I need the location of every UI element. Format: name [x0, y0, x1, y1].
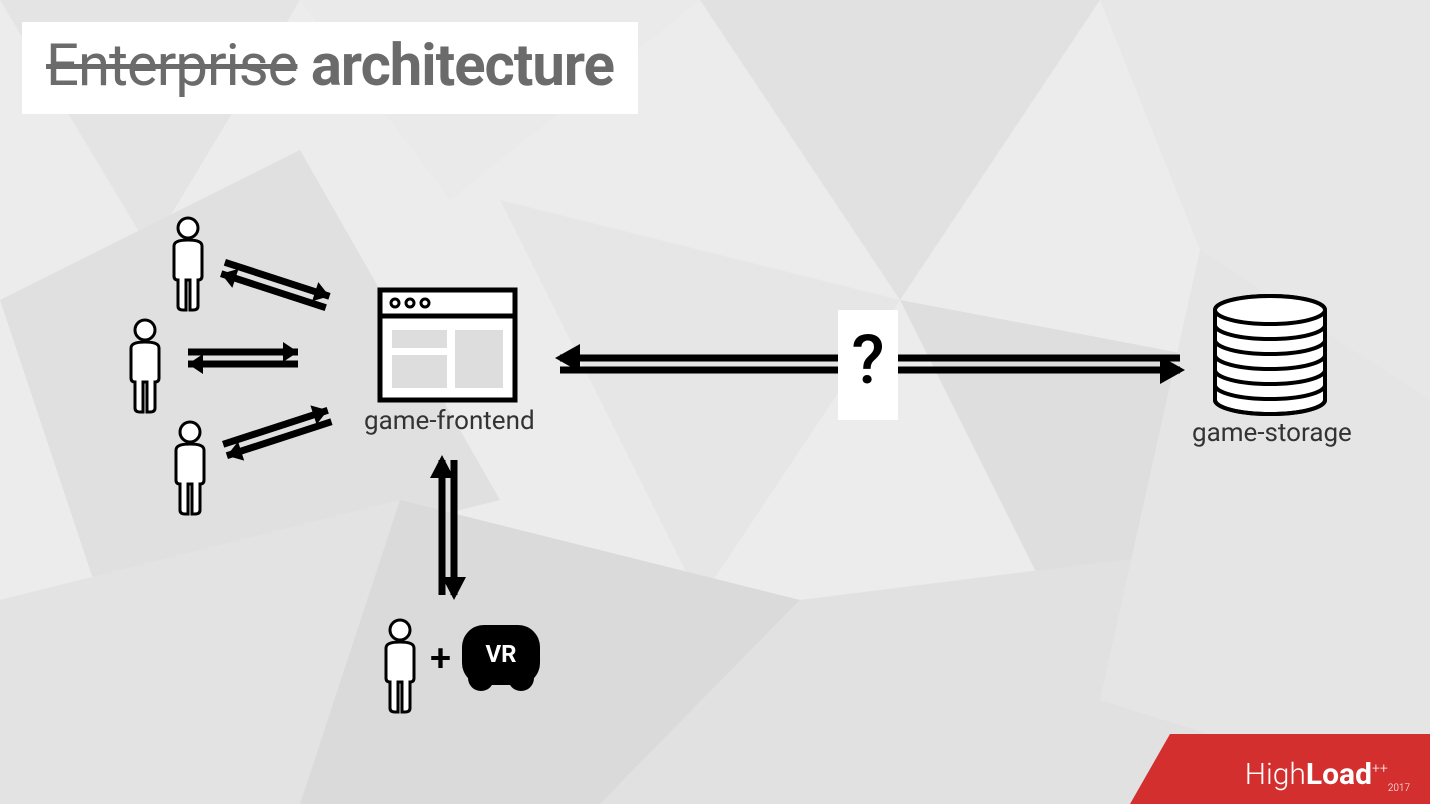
diagram-canvas	[0, 0, 1430, 804]
logo-plusplus: ++	[1372, 761, 1388, 777]
arrow-user2-frontend	[188, 342, 298, 374]
label-game-storage: game-storage	[1192, 418, 1352, 448]
user-icon-vr	[386, 620, 414, 712]
arrow-frontend-vr	[430, 455, 466, 600]
plus-sign: +	[430, 637, 451, 681]
highload-logo: HighLoad++2017	[1245, 757, 1410, 794]
user-icon-1	[174, 218, 202, 310]
arrow-user3-frontend	[220, 401, 335, 465]
logo-light: High	[1245, 757, 1306, 792]
slide-title: Enterprise architecture	[22, 22, 638, 114]
label-game-frontend: game-frontend	[364, 406, 535, 436]
arrow-user1-frontend	[218, 253, 333, 317]
game-storage-icon	[1215, 296, 1325, 414]
question-mark: ?	[838, 310, 898, 420]
title-strike: Enterprise	[46, 32, 297, 100]
logo-bold: Load	[1306, 757, 1372, 792]
user-icon-3	[176, 422, 204, 514]
logo-year: 2017	[1388, 783, 1410, 794]
title-main: architecture	[297, 32, 614, 100]
vr-badge: VR	[462, 625, 540, 685]
game-frontend-icon	[380, 290, 515, 400]
user-icon-2	[131, 320, 159, 412]
